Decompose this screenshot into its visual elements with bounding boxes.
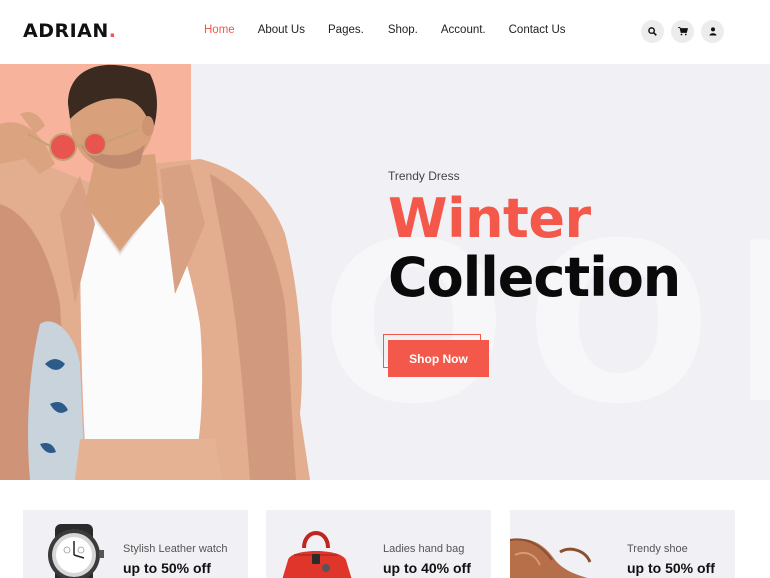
shop-now-button[interactable]: Shop Now xyxy=(388,340,489,377)
product-card-shoe[interactable]: Trendy shoe up to 50% off xyxy=(510,510,735,578)
nav-home[interactable]: Home xyxy=(204,24,235,36)
search-icon xyxy=(648,27,657,36)
product-card-handbag[interactable]: Ladies hand bag up to 40% off xyxy=(266,510,491,578)
hero-title-line1: Winter xyxy=(388,187,591,250)
product-title: Trendy shoe xyxy=(627,543,688,555)
product-title: Ladies hand bag xyxy=(383,543,465,555)
product-offer: up to 50% off xyxy=(123,560,211,576)
product-offer: up to 50% off xyxy=(627,560,715,576)
site-header: ADRIAN. Home About Us Pages. Shop. Accou… xyxy=(0,0,770,64)
background-letter-d: D xyxy=(730,214,770,434)
hero-title-line2: Collection xyxy=(388,246,681,309)
nav-contact-us[interactable]: Contact Us xyxy=(509,24,566,36)
product-offer: up to 40% off xyxy=(383,560,471,576)
product-title: Stylish Leather watch xyxy=(123,543,228,555)
hero-subtitle: Trendy Dress xyxy=(388,169,460,183)
search-button[interactable] xyxy=(641,20,664,43)
shoe-image xyxy=(510,538,592,578)
hero-model-image xyxy=(0,64,310,480)
main-nav: Home About Us Pages. Shop. Account. Cont… xyxy=(204,24,566,36)
hero-banner: O O D T xyxy=(0,64,770,480)
logo[interactable]: ADRIAN. xyxy=(23,20,117,42)
user-icon xyxy=(709,27,716,36)
nav-about-us[interactable]: About Us xyxy=(258,24,305,36)
product-card-watch[interactable]: Stylish Leather watch up to 50% off xyxy=(23,510,248,578)
handbag-image xyxy=(282,531,352,578)
watch-image xyxy=(48,524,104,578)
nav-shop[interactable]: Shop. xyxy=(388,24,418,36)
cart-icon xyxy=(677,27,688,36)
nav-pages[interactable]: Pages. xyxy=(328,24,364,36)
nav-account[interactable]: Account. xyxy=(441,24,486,36)
logo-text: ADRIAN xyxy=(23,20,109,42)
account-button[interactable] xyxy=(701,20,724,43)
cart-button[interactable] xyxy=(671,20,694,43)
logo-dot: . xyxy=(108,20,117,42)
